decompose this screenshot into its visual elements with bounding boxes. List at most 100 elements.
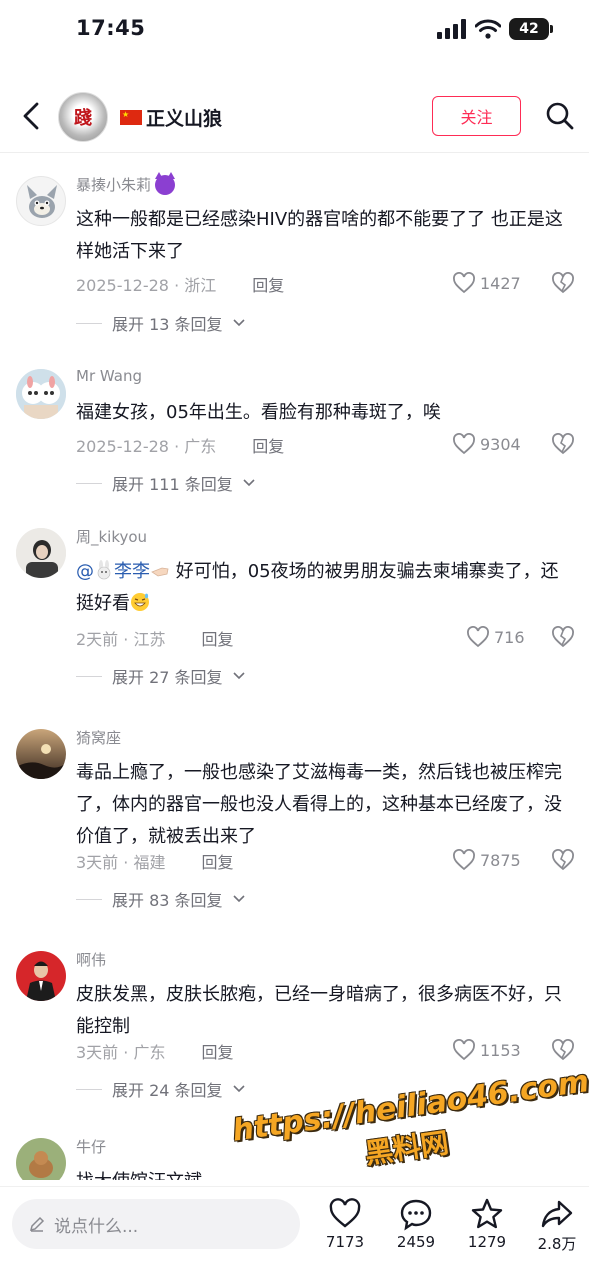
commenter-avatar[interactable]	[16, 951, 66, 1001]
status-icons: 42	[437, 18, 553, 40]
comment-time-location: 2025-12-28 · 广东	[76, 437, 217, 456]
like-video-count: 7173	[325, 1233, 365, 1251]
expand-replies-button[interactable]: 展开 24 条回复	[76, 1077, 245, 1101]
status-time: 17:45	[76, 16, 146, 40]
comment-meta: 2025-12-28 · 浙江 回复	[76, 272, 284, 296]
broken-heart-icon	[552, 433, 574, 455]
chevron-left-icon	[23, 102, 39, 130]
like-video-button[interactable]: 7173	[315, 1197, 375, 1251]
like-count: 7875	[480, 850, 521, 870]
search-button[interactable]	[542, 98, 578, 134]
battery-icon: 42	[509, 18, 553, 40]
commenter-name[interactable]: 暴揍小朱莉	[76, 171, 176, 195]
comment-text[interactable]: 皮肤发黑，皮肤长脓疱，已经一身暗病了，很多病医不好，只能控制	[76, 979, 574, 1043]
comment-time-location: 2025-12-28 · 浙江	[76, 276, 217, 295]
bottom-action-bar: 说点什么... 7173 2459 1279 2.8万	[0, 1186, 589, 1280]
comment-meta: 2天前 · 江苏 回复	[76, 626, 233, 650]
reply-button[interactable]: 回复	[252, 272, 284, 296]
comment-item: 猗窝座 毒品上瘾了，一般也感染了艾滋梅毒一类，然后钱也被压榨完了，体内的器官一般…	[0, 713, 589, 925]
commenter-name[interactable]: 猗窝座	[76, 727, 121, 748]
reply-button[interactable]: 回复	[201, 626, 233, 650]
commenter-name[interactable]: 周_kikyou	[76, 526, 147, 547]
comment-bubble-icon	[400, 1199, 432, 1231]
cellular-signal-icon	[437, 19, 466, 39]
like-button[interactable]: 1153	[452, 1039, 521, 1061]
commenter-avatar[interactable]	[16, 176, 66, 226]
grinning-sweat-emoji-icon	[131, 593, 149, 611]
reply-button[interactable]: 回复	[201, 849, 233, 873]
like-button[interactable]: 9304	[452, 433, 521, 455]
commenter-name[interactable]: 啊伟	[76, 949, 106, 970]
comment-text[interactable]: @ 李李 好可怕，05夜场的被男朋友骗去柬埔寨卖了，还挺好看	[76, 556, 574, 620]
comment-time-location: 2天前 · 江苏	[76, 630, 166, 649]
like-count: 1153	[480, 1040, 521, 1060]
comment-time-location: 3天前 · 广东	[76, 1043, 166, 1062]
like-button[interactable]: 716	[466, 626, 525, 648]
hand-emoji-icon	[151, 567, 169, 577]
heart-icon	[329, 1198, 361, 1228]
chevron-down-icon	[232, 319, 245, 327]
broken-heart-icon	[552, 626, 574, 648]
chevron-down-icon	[232, 672, 245, 680]
follow-button[interactable]: 关注	[432, 96, 521, 136]
commenter-avatar[interactable]	[16, 528, 66, 578]
heart-outline-icon	[453, 433, 475, 455]
author-avatar[interactable]: 踐	[58, 92, 108, 142]
person-photo-avatar-icon	[16, 951, 66, 1001]
dislike-button[interactable]	[551, 1039, 575, 1063]
like-button[interactable]: 7875	[452, 849, 521, 871]
cartoon-figures-avatar-icon	[16, 369, 66, 419]
animal-photo-avatar-icon	[16, 1138, 66, 1180]
heart-outline-icon	[453, 272, 475, 294]
expand-replies-button[interactable]: 展开 13 条回复	[76, 311, 245, 335]
back-button[interactable]	[14, 98, 48, 134]
star-icon	[471, 1198, 503, 1229]
comment-list[interactable]: 暴揍小朱莉 这种一般都是已经感染HIV的器官啥的都不能要了了 也正是这样她活下来…	[0, 160, 589, 1180]
like-count: 716	[494, 627, 525, 647]
author-name-label: 正义山狼	[146, 108, 223, 130]
favorite-button[interactable]: 1279	[457, 1197, 517, 1251]
dislike-button[interactable]	[551, 433, 575, 457]
expand-replies-button[interactable]: 展开 111 条回复	[76, 471, 255, 495]
commenter-name[interactable]: 牛仔	[76, 1136, 106, 1157]
comment-text[interactable]: 这种一般都是已经感染HIV的器官啥的都不能要了了 也正是这样她活下来了	[76, 204, 574, 268]
comment-item: Mr Wang 福建女孩，05年出生。看脸有那种毒斑了，唉 2025-12-28…	[0, 353, 589, 503]
author-name[interactable]: 正义山狼	[120, 104, 222, 131]
commenter-avatar[interactable]	[16, 369, 66, 419]
chevron-down-icon	[243, 479, 255, 487]
comment-text[interactable]: 毒品上瘾了，一般也感染了艾滋梅毒一类，然后钱也被压榨完了，体内的器官一般也没人看…	[76, 757, 574, 853]
commenter-avatar[interactable]	[16, 729, 66, 779]
dislike-button[interactable]	[551, 272, 575, 296]
comment-meta: 3天前 · 福建 回复	[76, 849, 233, 873]
expand-replies-button[interactable]: 展开 27 条回复	[76, 664, 245, 688]
comment-text[interactable]: 福建女孩，05年出生。看脸有那种毒斑了，唉	[76, 397, 574, 429]
dislike-button[interactable]	[551, 849, 575, 873]
share-button[interactable]: 2.8万	[527, 1197, 587, 1254]
comment-input[interactable]: 说点什么...	[12, 1199, 300, 1249]
favorite-count: 1279	[467, 1233, 507, 1251]
comment-time-location: 3天前 · 福建	[76, 853, 166, 872]
broken-heart-icon	[552, 1039, 574, 1061]
mention-link[interactable]: @ 李李	[76, 560, 150, 582]
like-button[interactable]: 1427	[452, 272, 521, 294]
commenter-name[interactable]: Mr Wang	[76, 367, 142, 385]
comment-meta: 2025-12-28 · 广东 回复	[76, 433, 284, 457]
expand-divider	[76, 675, 102, 677]
expand-replies-button[interactable]: 展开 83 条回复	[76, 887, 245, 911]
search-icon	[546, 102, 574, 130]
comments-button[interactable]: 2459	[386, 1197, 446, 1251]
share-count: 2.8万	[537, 1235, 577, 1253]
heart-outline-icon	[467, 626, 489, 648]
commenter-avatar[interactable]	[16, 1138, 66, 1180]
reply-button[interactable]: 回复	[201, 1039, 233, 1063]
header-divider	[0, 152, 589, 153]
reply-button[interactable]: 回复	[252, 433, 284, 457]
comment-item: 周_kikyou @ 李李 好可怕，05夜场的被男朋友骗去柬埔寨卖了，还挺好看 2…	[0, 512, 589, 702]
pencil-icon	[29, 1216, 45, 1232]
chevron-down-icon	[232, 1085, 245, 1093]
comments-count: 2459	[396, 1233, 436, 1251]
bunny-emoji-icon	[97, 560, 111, 580]
comment-item: 暴揍小朱莉 这种一般都是已经感染HIV的器官啥的都不能要了了 也正是这样她活下来…	[0, 160, 589, 340]
broken-heart-icon	[552, 849, 574, 871]
dislike-button[interactable]	[551, 626, 575, 650]
